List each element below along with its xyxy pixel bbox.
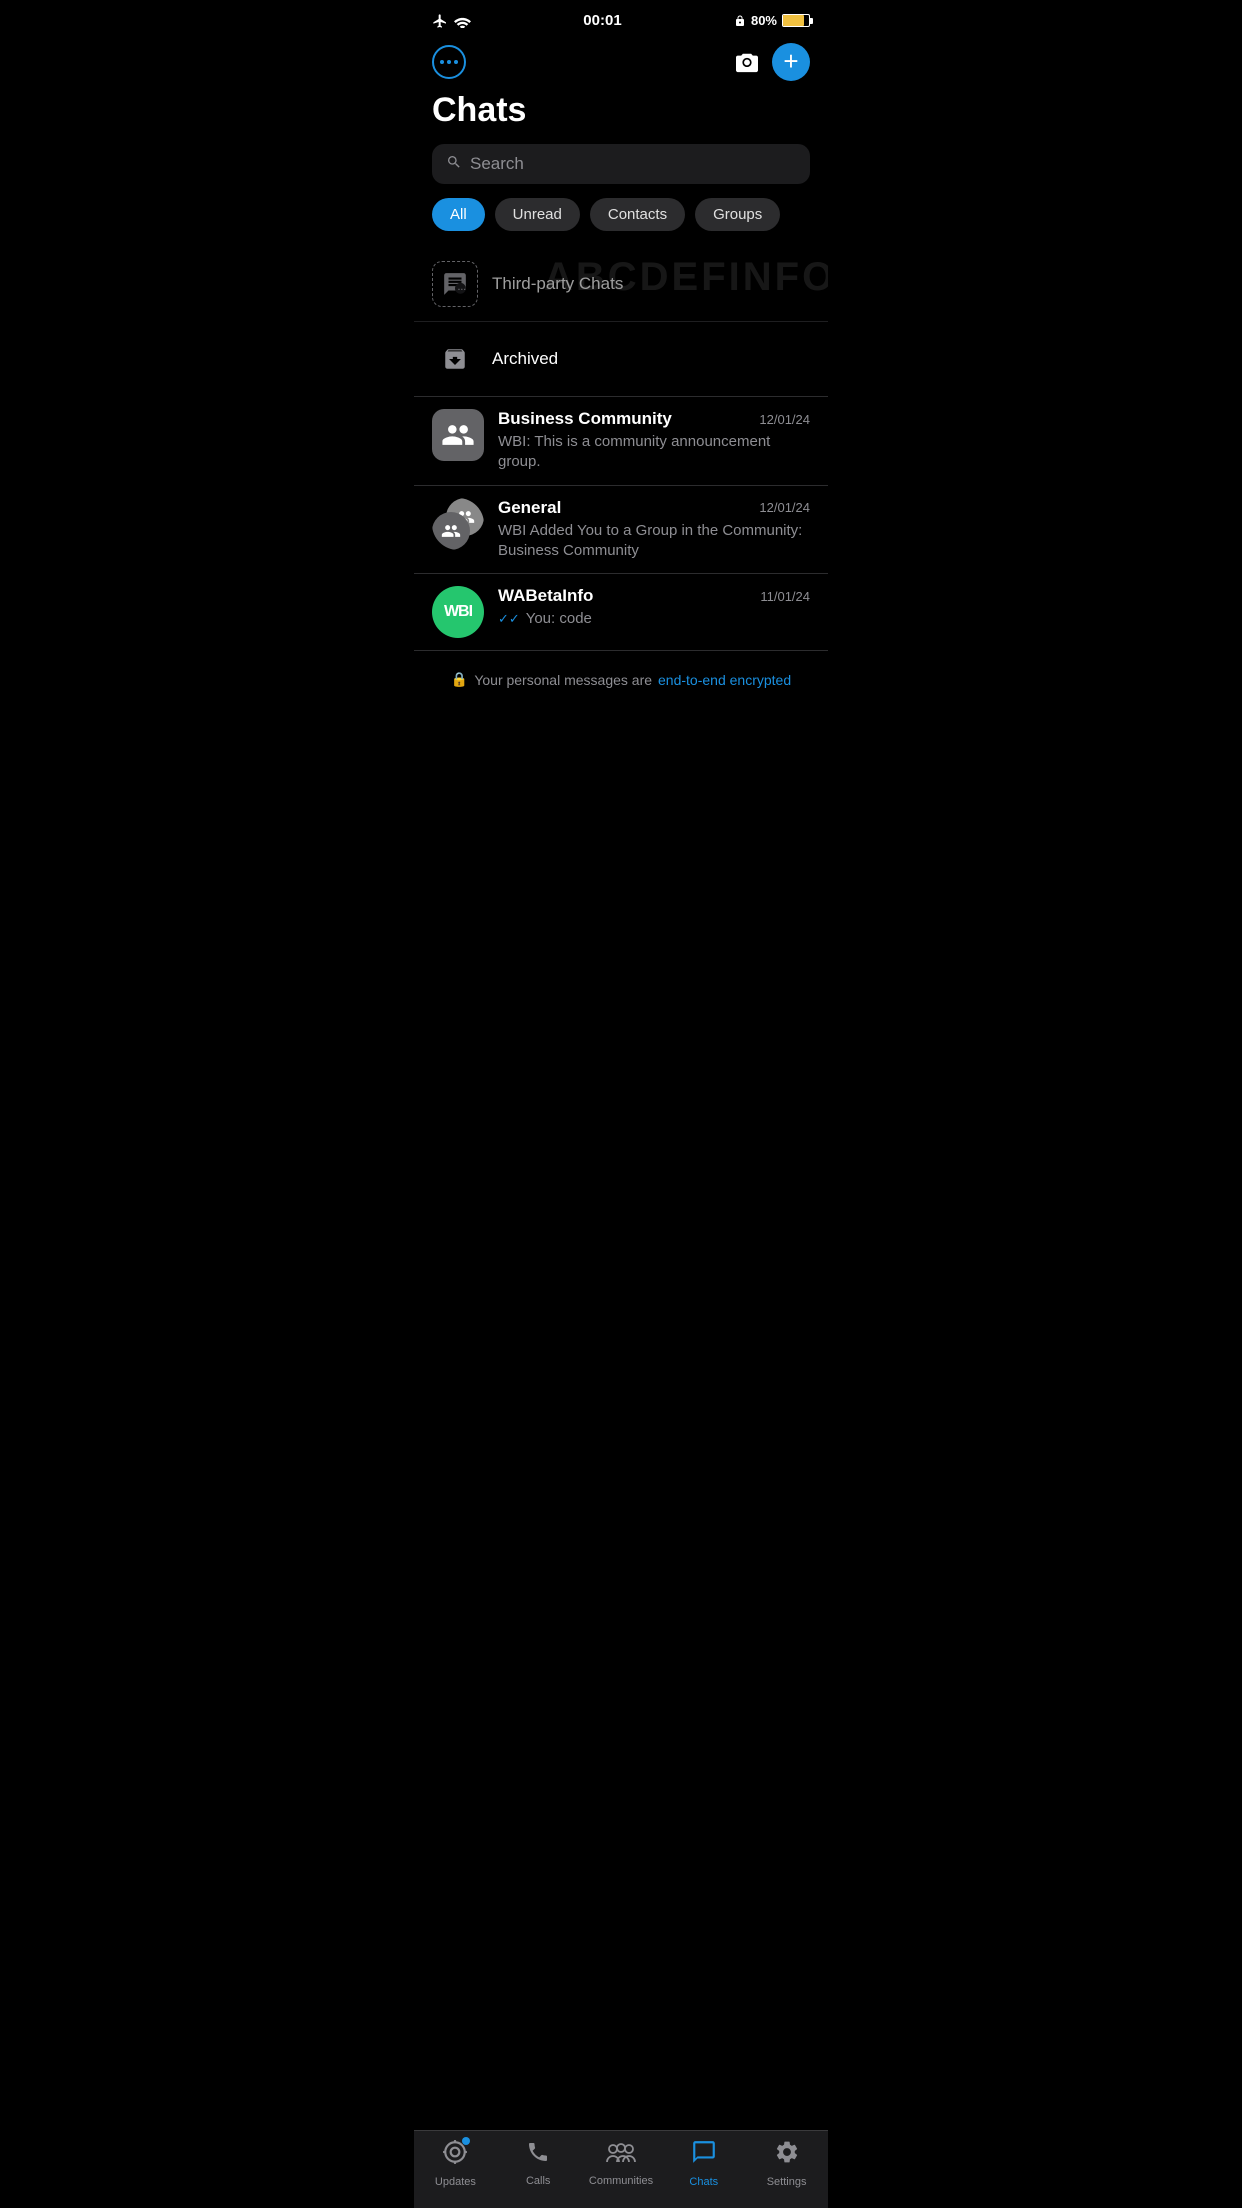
- filter-chip-all[interactable]: All: [432, 198, 485, 231]
- chat-content-general: General 12/01/24 WBI Added You to a Grou…: [498, 498, 810, 562]
- encryption-link[interactable]: end-to-end encrypted: [658, 672, 791, 688]
- chat-preview: WBI Added You to a Group in the Communit…: [498, 521, 810, 562]
- chat-header-row: Business Community 12/01/24: [498, 409, 810, 429]
- chat-content-business-community: Business Community 12/01/24 WBI: This is…: [498, 409, 810, 473]
- chat-header-row: General 12/01/24: [498, 498, 810, 518]
- third-party-icon: ···: [432, 261, 478, 307]
- chat-name: General: [498, 498, 561, 518]
- double-tick-icon: ✓✓: [498, 611, 520, 626]
- new-chat-button[interactable]: +: [772, 43, 810, 81]
- chat-time: 11/01/24: [760, 589, 810, 604]
- nav-label-communities: Communities: [589, 2175, 653, 2187]
- nav-item-calls[interactable]: Calls: [497, 2140, 580, 2187]
- encryption-text: Your personal messages are: [474, 672, 652, 688]
- archived-row[interactable]: Archived: [414, 322, 828, 397]
- header: +: [414, 35, 828, 87]
- battery-percent: 80%: [751, 13, 777, 28]
- chat-avatar-general: [432, 498, 484, 550]
- nav-label-settings: Settings: [767, 2176, 807, 2188]
- status-time: 00:01: [583, 12, 621, 29]
- calls-icon: [526, 2140, 550, 2171]
- nav-item-communities[interactable]: Communities: [580, 2140, 663, 2187]
- chat-avatar-business-community: [432, 409, 484, 461]
- battery-icon: [782, 14, 810, 27]
- updates-icon: [442, 2139, 468, 2172]
- more-dots-icon: [440, 60, 458, 64]
- page-title: Chats: [414, 87, 828, 144]
- lock-status-icon: [734, 14, 746, 28]
- third-party-label: Third-party Chats: [492, 274, 623, 294]
- chats-nav-icon: [691, 2139, 717, 2172]
- chat-content-wabetainfo: WABetaInfo 11/01/24 ✓✓ You: code: [498, 586, 810, 629]
- chat-row[interactable]: Business Community 12/01/24 WBI: This is…: [414, 397, 828, 486]
- settings-icon: [774, 2139, 800, 2172]
- chat-time: 12/01/24: [759, 500, 810, 515]
- chat-row[interactable]: General 12/01/24 WBI Added You to a Grou…: [414, 486, 828, 575]
- chat-row[interactable]: WBI WABetaInfo 11/01/24 ✓✓ You: code: [414, 574, 828, 651]
- chat-preview: WBI: This is a community announcement gr…: [498, 432, 810, 473]
- search-bar[interactable]: Search: [432, 144, 810, 184]
- chat-name: Business Community: [498, 409, 672, 429]
- nav-item-chats[interactable]: Chats: [662, 2139, 745, 2188]
- nav-label-calls: Calls: [526, 2175, 550, 2187]
- svg-text:···: ···: [458, 284, 467, 294]
- status-left: [432, 13, 471, 29]
- header-actions: +: [734, 43, 810, 81]
- plus-icon: +: [783, 48, 798, 74]
- chat-preview: ✓✓ You: code: [498, 609, 810, 629]
- bottom-nav: Updates Calls Communities: [414, 2130, 828, 2208]
- filter-chip-unread[interactable]: Unread: [495, 198, 580, 231]
- airplane-icon: [432, 13, 448, 29]
- nav-item-settings[interactable]: Settings: [745, 2139, 828, 2188]
- wbi-avatar-text: WBI: [444, 603, 472, 621]
- communities-icon: [606, 2140, 636, 2171]
- filter-chip-groups[interactable]: Groups: [695, 198, 780, 231]
- status-bar: 00:01 80%: [414, 0, 828, 35]
- archive-icon: [432, 336, 478, 382]
- community-icon: [441, 418, 475, 452]
- more-button[interactable]: [432, 45, 466, 79]
- chat-bubble-icon: ···: [442, 271, 468, 297]
- search-container: Search: [414, 144, 828, 198]
- filter-chip-contacts[interactable]: Contacts: [590, 198, 685, 231]
- chat-preview-text: You: code: [526, 610, 592, 627]
- wifi-icon: [454, 14, 471, 28]
- chat-name: WABetaInfo: [498, 586, 593, 606]
- search-icon: [446, 154, 462, 174]
- third-party-chats-row[interactable]: ABCDEFINFO ··· Third-party Chats: [414, 247, 828, 322]
- chat-list: ABCDEFINFO ··· Third-party Chats Archive…: [414, 247, 828, 718]
- search-placeholder: Search: [470, 154, 524, 174]
- chat-time: 12/01/24: [759, 412, 810, 427]
- nav-label-chats: Chats: [689, 2176, 718, 2188]
- nav-label-updates: Updates: [435, 2176, 476, 2188]
- stacked-circles-icon: [432, 498, 484, 550]
- chat-avatar-wabetainfo: WBI: [432, 586, 484, 638]
- filter-chips: All Unread Contacts Groups: [414, 198, 828, 247]
- archived-label: Archived: [492, 349, 558, 369]
- encryption-notice: 🔒 Your personal messages are end-to-end …: [414, 651, 828, 718]
- updates-dot: [462, 2137, 470, 2145]
- nav-item-updates[interactable]: Updates: [414, 2139, 497, 2188]
- status-right: 80%: [734, 13, 810, 28]
- camera-button[interactable]: [734, 51, 760, 73]
- lock-icon: 🔒: [451, 671, 468, 688]
- chat-header-row: WABetaInfo 11/01/24: [498, 586, 810, 606]
- camera-icon: [734, 51, 760, 73]
